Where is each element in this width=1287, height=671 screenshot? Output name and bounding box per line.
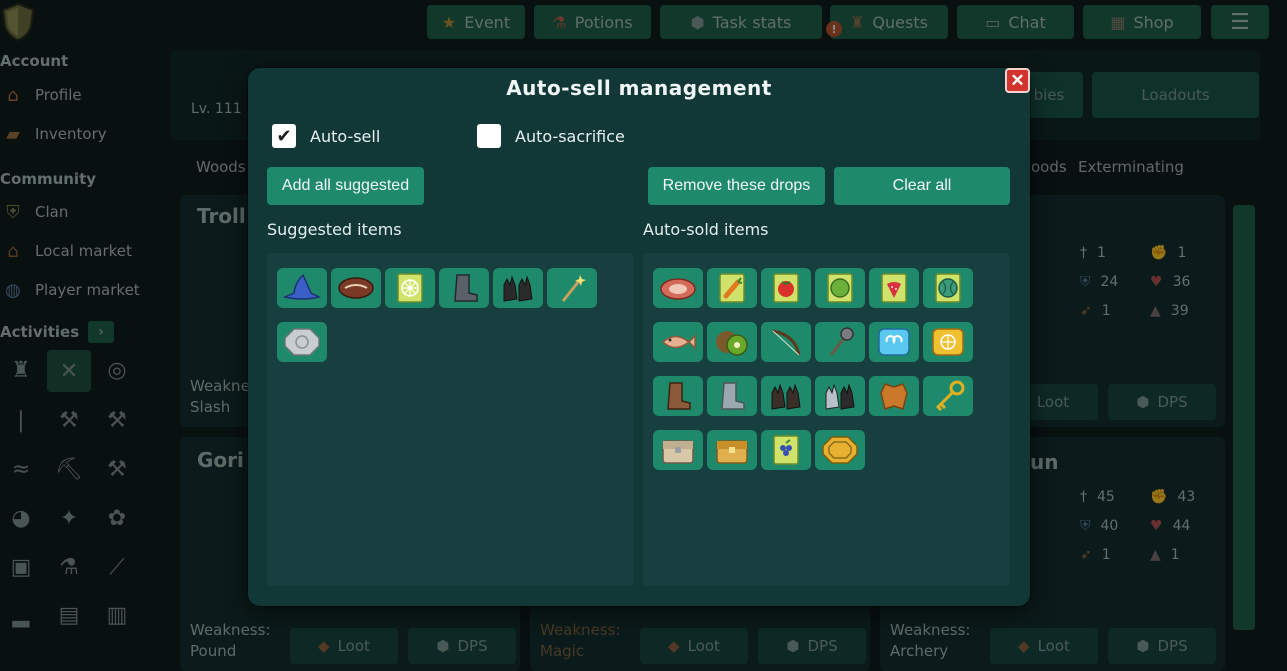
modal-title: Auto-sell management <box>506 76 772 100</box>
auto-sell-checkbox[interactable]: ✔ <box>272 124 296 148</box>
silver-chest-item[interactable] <box>653 430 703 470</box>
golden-chest-item[interactable] <box>707 430 757 470</box>
autosold-items-panel <box>643 253 1010 586</box>
fire-rune-icon <box>932 328 964 356</box>
steel-boots-icon <box>721 382 745 410</box>
auto-sell-label: Auto-sell <box>310 126 381 146</box>
strawberry-seed-pack-icon <box>881 273 907 303</box>
auto-sell-toggle[interactable]: ✔ Auto-sell <box>272 124 380 148</box>
autosold-items-label: Auto-sold items <box>643 220 769 239</box>
steel-gauntlets-item[interactable] <box>815 376 865 416</box>
suggested-items-panel <box>267 253 634 586</box>
golden-key-icon <box>935 380 965 412</box>
wizard-hat-item[interactable] <box>277 268 327 308</box>
leather-gloves-icon <box>503 275 533 302</box>
raw-meat-icon <box>660 278 696 300</box>
bow-icon <box>772 329 801 356</box>
dark-gloves-icon <box>771 383 801 410</box>
mace-icon <box>829 327 854 356</box>
golden-chest-icon <box>716 440 748 464</box>
fire-rune-item[interactable] <box>923 322 973 362</box>
steak-item[interactable] <box>331 268 381 308</box>
leather-boots-icon <box>667 382 691 410</box>
cobweb-seed-pack-icon <box>397 273 423 303</box>
steel-gauntlets-icon <box>825 383 855 410</box>
silver-chest-icon <box>662 440 694 464</box>
kiwi-icon <box>716 331 748 356</box>
auto-sell-modal: Auto-sell management ✕ ✔ Auto-sell Auto-… <box>248 68 1030 606</box>
cobweb-seed-pack-item[interactable] <box>385 268 435 308</box>
auto-sacrifice-checkbox[interactable] <box>477 124 501 148</box>
gold-coin-item[interactable] <box>815 430 865 470</box>
carrot-seed-pack-item[interactable] <box>707 268 757 308</box>
bow-item[interactable] <box>761 322 811 362</box>
cabbage-seed-pack-item[interactable] <box>815 268 865 308</box>
auto-sacrifice-toggle[interactable]: Auto-sacrifice <box>477 124 625 148</box>
strawberry-seed-pack-item[interactable] <box>869 268 919 308</box>
water-rune-item[interactable] <box>869 322 919 362</box>
steak-icon <box>338 277 374 299</box>
dark-gloves-item[interactable] <box>761 376 811 416</box>
silver-coin-icon <box>284 328 320 356</box>
mace-item[interactable] <box>815 322 865 362</box>
remove-these-drops-button[interactable]: Remove these drops <box>648 167 825 205</box>
grape-seed-pack-item[interactable] <box>761 430 811 470</box>
tomato-seed-pack-item[interactable] <box>761 268 811 308</box>
iron-boots-item[interactable] <box>439 268 489 308</box>
leather-hide-item[interactable] <box>869 376 919 416</box>
carrot-seed-pack-icon <box>719 273 745 303</box>
raw-meat-item[interactable] <box>653 268 703 308</box>
watermelon-seed-pack-icon <box>935 273 961 303</box>
golden-key-item[interactable] <box>923 376 973 416</box>
grape-seed-pack-icon <box>773 435 799 465</box>
iron-boots-icon <box>454 274 478 302</box>
leather-hide-icon <box>880 383 908 410</box>
fish-item[interactable] <box>653 322 703 362</box>
leather-gloves-item[interactable] <box>493 268 543 308</box>
kiwi-item[interactable] <box>707 322 757 362</box>
clear-all-button[interactable]: Clear all <box>834 167 1010 205</box>
watermelon-seed-pack-item[interactable] <box>923 268 973 308</box>
suggested-items-label: Suggested items <box>267 220 402 239</box>
magic-wand-item[interactable] <box>547 268 597 308</box>
cabbage-seed-pack-icon <box>827 273 853 303</box>
add-all-suggested-button[interactable]: Add all suggested <box>267 167 424 205</box>
silver-coin-item[interactable] <box>277 322 327 362</box>
gold-coin-icon <box>822 436 858 464</box>
tomato-seed-pack-icon <box>773 273 799 303</box>
water-rune-icon <box>878 328 910 356</box>
magic-wand-icon <box>561 275 586 302</box>
steel-boots-item[interactable] <box>707 376 757 416</box>
fish-icon <box>661 334 696 350</box>
leather-boots-item[interactable] <box>653 376 703 416</box>
close-button[interactable]: ✕ <box>1005 68 1030 93</box>
wizard-hat-icon <box>282 273 322 300</box>
auto-sacrifice-label: Auto-sacrifice <box>515 126 625 146</box>
